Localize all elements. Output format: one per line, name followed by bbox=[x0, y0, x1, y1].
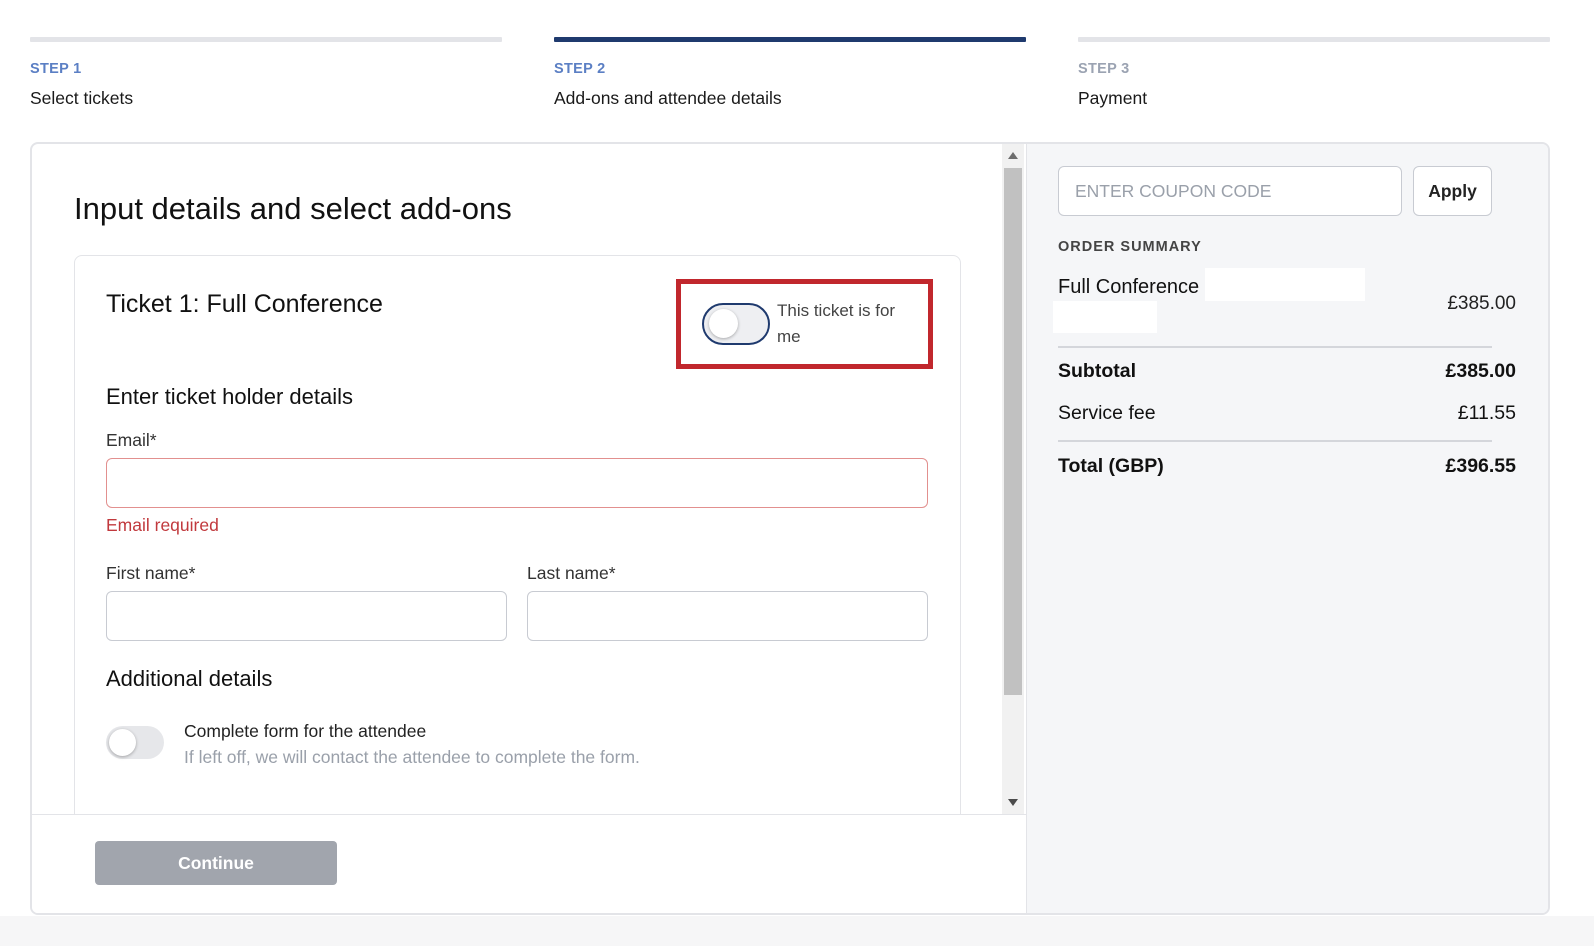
toggle-knob bbox=[709, 309, 738, 338]
subtotal-value: £385.00 bbox=[1445, 360, 1517, 382]
ticket-card: Ticket 1: Full Conference This ticket is… bbox=[74, 255, 961, 814]
scroll-thumb[interactable] bbox=[1004, 168, 1022, 695]
first-name-field[interactable] bbox=[106, 591, 507, 641]
apply-coupon-button[interactable]: Apply bbox=[1413, 166, 1492, 216]
step-number: STEP 1 bbox=[30, 61, 82, 77]
details-footer: Continue bbox=[32, 814, 1026, 913]
step-number: STEP 3 bbox=[1078, 61, 1130, 77]
complete-form-label: Complete form for the attendee bbox=[184, 721, 427, 741]
summary-item-price: £385.00 bbox=[1447, 293, 1516, 314]
ticket-for-me-toggle[interactable] bbox=[702, 303, 770, 345]
step-number: STEP 2 bbox=[554, 61, 606, 77]
step-progress-bar bbox=[30, 37, 502, 42]
scroll-up-icon[interactable] bbox=[1008, 152, 1018, 159]
holder-details-heading: Enter ticket holder details bbox=[106, 384, 354, 409]
summary-divider bbox=[1058, 346, 1492, 348]
step-title: Add-ons and attendee details bbox=[554, 88, 782, 108]
toggle-knob bbox=[109, 729, 136, 756]
service-fee-value: £11.55 bbox=[1457, 402, 1516, 424]
checkout-steps: STEP 1 Select tickets STEP 2 Add-ons and… bbox=[30, 37, 1550, 109]
step-progress-bar bbox=[554, 37, 1026, 42]
coupon-code-input[interactable] bbox=[1058, 166, 1402, 216]
step-title: Payment bbox=[1078, 88, 1148, 108]
email-field[interactable] bbox=[106, 458, 928, 508]
redacted-block bbox=[1205, 268, 1365, 301]
first-name-label: First name* bbox=[106, 563, 196, 583]
checkout-card: Input details and select add-ons Ticket … bbox=[30, 142, 1550, 915]
page-title: Input details and select add-ons bbox=[74, 191, 512, 226]
step-title: Select tickets bbox=[30, 88, 134, 108]
step-payment: STEP 3 Payment bbox=[1078, 37, 1550, 109]
complete-form-hint: If left off, we will contact the attende… bbox=[184, 747, 640, 767]
step-progress-bar bbox=[1078, 37, 1550, 42]
complete-form-toggle[interactable] bbox=[106, 726, 164, 759]
redacted-block bbox=[1053, 301, 1157, 333]
email-error-message: Email required bbox=[106, 515, 219, 535]
continue-button[interactable]: Continue bbox=[95, 841, 337, 885]
step-addons-attendee[interactable]: STEP 2 Add-ons and attendee details bbox=[554, 37, 1026, 109]
details-scroll-area: Input details and select add-ons Ticket … bbox=[32, 144, 1002, 814]
subtotal-label: Subtotal bbox=[1058, 360, 1136, 382]
additional-details-heading: Additional details bbox=[106, 666, 273, 691]
details-panel: Input details and select add-ons Ticket … bbox=[32, 144, 1026, 913]
scroll-down-icon[interactable] bbox=[1008, 799, 1018, 806]
order-summary-heading: ORDER SUMMARY bbox=[1058, 239, 1202, 255]
total-value: £396.55 bbox=[1445, 455, 1517, 477]
summary-item-name: Full Conference bbox=[1058, 276, 1200, 298]
last-name-label: Last name* bbox=[527, 563, 616, 583]
ticket-title: Ticket 1: Full Conference bbox=[106, 290, 383, 318]
ticket-for-me-highlight: This ticket is for me bbox=[676, 279, 933, 369]
last-name-field[interactable] bbox=[527, 591, 928, 641]
ticket-for-me-label[interactable]: This ticket is for me bbox=[777, 298, 917, 350]
page-bottom-strip bbox=[0, 916, 1594, 946]
service-fee-label: Service fee bbox=[1058, 402, 1156, 424]
details-scrollbar[interactable] bbox=[1002, 144, 1024, 814]
summary-divider bbox=[1058, 440, 1492, 442]
order-summary-panel: Apply ORDER SUMMARY Full Conference £385… bbox=[1026, 144, 1548, 913]
step-select-tickets[interactable]: STEP 1 Select tickets bbox=[30, 37, 502, 109]
total-label: Total (GBP) bbox=[1058, 455, 1164, 477]
email-label: Email* bbox=[106, 430, 157, 450]
